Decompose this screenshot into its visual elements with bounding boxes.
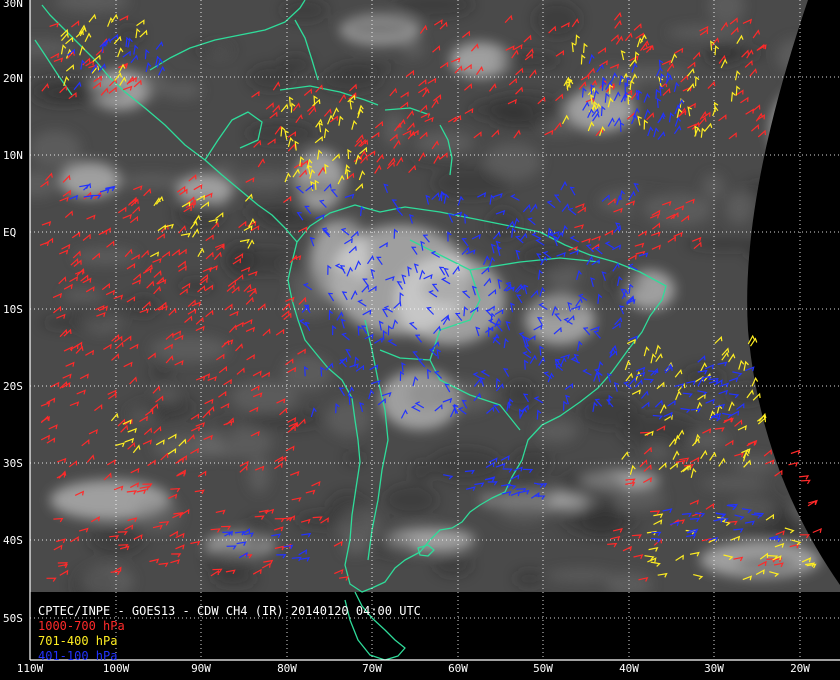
lon-label: 70W	[362, 662, 382, 675]
lon-label: 100W	[102, 662, 130, 675]
ir-texture	[118, 173, 186, 189]
ir-texture	[514, 569, 545, 588]
ir-texture	[410, 460, 433, 482]
ir-texture	[533, 1, 581, 39]
ir-texture	[434, 553, 473, 577]
ir-texture	[197, 427, 274, 459]
lon-label: 50W	[533, 662, 553, 675]
ir-texture	[745, 181, 782, 198]
ir-texture	[700, 477, 768, 490]
ir-texture	[248, 455, 270, 493]
wind-barb	[749, 337, 758, 347]
ir-texture	[289, 267, 364, 300]
lat-label: 20N	[3, 72, 23, 85]
map-title: CPTEC/INPE - GOES13 - CDW CH4 (IR) 20140…	[38, 604, 421, 618]
ir-texture	[547, 569, 615, 582]
ir-texture	[325, 400, 372, 437]
legend: CPTEC/INPE - GOES13 - CDW CH4 (IR) 20140…	[38, 604, 421, 664]
lon-label: 30W	[704, 662, 724, 675]
wind-barb	[800, 479, 811, 485]
lat-label: 20S	[3, 380, 23, 393]
ir-texture	[804, 102, 840, 132]
ir-texture	[642, 193, 713, 226]
lat-label: 10S	[3, 303, 23, 316]
ir-texture	[734, 556, 799, 572]
lat-label: 40S	[3, 534, 23, 547]
ir-texture	[150, 335, 230, 363]
ir-texture	[791, 497, 829, 521]
satellite-wind-map: 30N 20N 10N EQ 10S 20S 30S 40S 50S 110W …	[0, 0, 840, 680]
wind-barb	[788, 461, 799, 467]
ir-texture	[383, 112, 407, 147]
ir-texture	[778, 205, 830, 224]
ir-texture	[605, 270, 643, 295]
lon-label: 90W	[191, 662, 211, 675]
ir-texture	[500, 499, 523, 510]
legend-item-low: 1000-700 hPa	[38, 619, 125, 633]
lon-label: 40W	[619, 662, 639, 675]
lat-label: 50S	[3, 612, 23, 625]
ir-texture	[72, 301, 130, 321]
lon-label: 110W	[16, 662, 44, 675]
cloud-patch	[770, 90, 830, 170]
ir-texture	[334, 62, 396, 74]
lat-label: EQ	[3, 226, 17, 239]
ir-texture	[30, 130, 82, 168]
ir-texture	[776, 38, 814, 74]
ir-texture	[535, 419, 578, 443]
ir-texture	[336, 213, 363, 243]
ir-texture	[687, 432, 729, 449]
ir-texture	[733, 456, 777, 473]
legend-item-high: 401-100 hPa	[38, 649, 118, 663]
ir-texture	[384, 484, 438, 516]
ir-texture	[484, 143, 542, 181]
map-canvas	[29, 0, 840, 661]
ir-texture	[230, 380, 299, 414]
ir-texture	[788, 276, 840, 302]
ir-texture	[243, 516, 271, 554]
lat-label: 30N	[3, 0, 23, 10]
ir-texture	[725, 191, 754, 225]
ir-texture	[212, 163, 237, 175]
ir-texture	[30, 39, 74, 57]
lon-label: 80W	[277, 662, 297, 675]
ir-texture	[469, 99, 534, 121]
ir-texture	[791, 433, 817, 458]
ir-texture	[73, 248, 138, 265]
ir-texture	[371, 535, 417, 558]
ir-texture	[562, 504, 637, 537]
ir-texture	[174, 196, 225, 231]
ir-texture	[400, 40, 425, 58]
ir-texture	[702, 174, 725, 200]
ir-texture	[62, 288, 104, 302]
ir-texture	[80, 564, 134, 592]
ir-texture	[178, 279, 215, 293]
lon-label: 60W	[448, 662, 468, 675]
ir-texture	[30, 170, 60, 198]
ir-texture	[88, 525, 146, 555]
wind-barb	[812, 527, 822, 534]
wind-barb	[790, 449, 801, 455]
ir-texture	[241, 204, 299, 220]
ir-texture	[91, 84, 127, 99]
ir-texture	[282, 354, 332, 391]
wind-barb	[799, 475, 810, 480]
ir-texture	[163, 81, 203, 100]
ir-texture	[756, 366, 800, 401]
ir-texture	[205, 542, 254, 578]
ir-texture	[149, 365, 175, 380]
legend-item-mid: 701-400 hPa	[38, 634, 118, 648]
ir-texture	[345, 19, 414, 39]
lat-label: 10N	[3, 149, 23, 162]
ir-texture	[746, 240, 785, 263]
ir-texture	[344, 450, 365, 465]
lon-label: 20W	[790, 662, 810, 675]
ir-texture	[154, 388, 179, 404]
lat-label: 30S	[3, 457, 23, 470]
